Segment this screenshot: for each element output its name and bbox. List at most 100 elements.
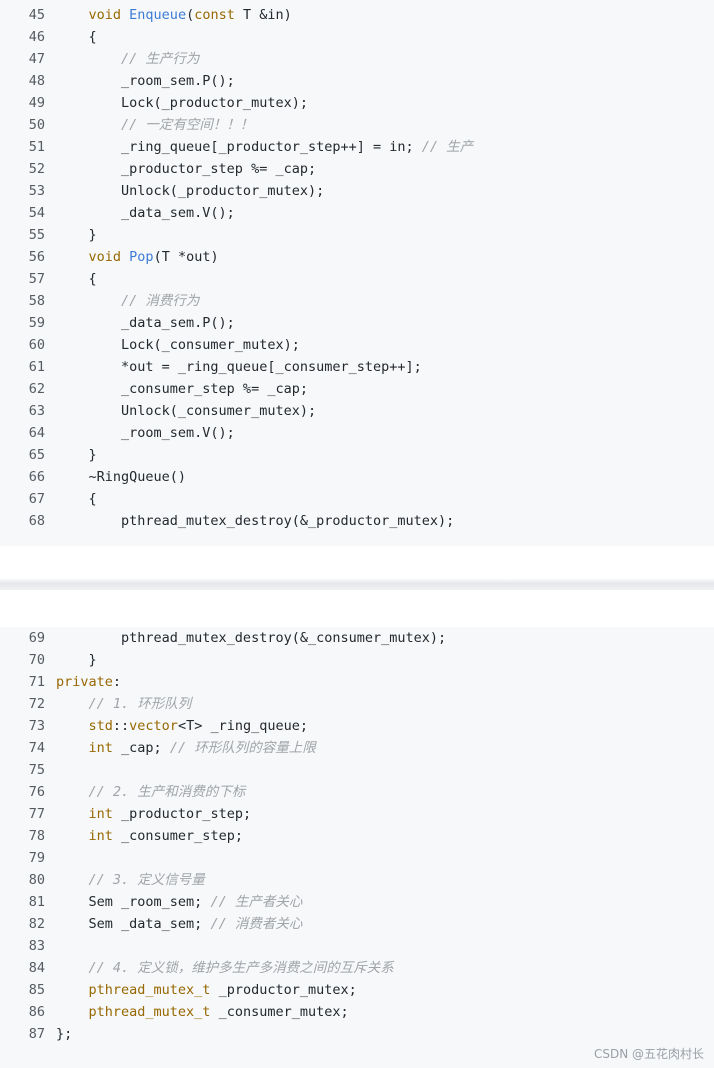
code-line: 85 pthread_mutex_t _productor_mutex;: [0, 979, 714, 1001]
code-line: 80 // 3. 定义信号量: [0, 869, 714, 891]
line-number: 60: [28, 337, 45, 353]
code-text: _data_sem.V();: [56, 205, 235, 221]
line-number: 71: [28, 674, 45, 690]
code-line: 79: [0, 847, 714, 869]
code-text: {: [56, 29, 97, 45]
code-text: _room_sem.P();: [56, 73, 235, 89]
code-text: Unlock(_productor_mutex);: [56, 183, 325, 199]
code-line: 74 int _cap; // 环形队列的容量上限: [0, 737, 714, 759]
line-number: 74: [28, 740, 45, 756]
code-line: 48 _room_sem.P();: [0, 70, 714, 92]
code-line: 50 // 一定有空间！！！: [0, 114, 714, 136]
line-number: 87: [28, 1026, 45, 1042]
line-number: 61: [28, 359, 45, 375]
code-text: pthread_mutex_destroy(&_productor_mutex)…: [56, 513, 455, 529]
line-number: 84: [28, 960, 45, 976]
code-text: _consumer_step %= _cap;: [56, 381, 308, 397]
page-divider: [0, 578, 714, 590]
code-text: void Pop(T *out): [88, 249, 219, 265]
line-number: 82: [28, 916, 45, 932]
code-text: {: [56, 271, 97, 287]
line-number: 53: [28, 183, 45, 199]
code-text: // 消费行为: [121, 293, 200, 309]
line-number: 77: [28, 806, 45, 822]
line-number: 85: [28, 982, 45, 998]
code-line: 47 // 生产行为: [0, 48, 714, 70]
code-line: 67 {: [0, 488, 714, 510]
code-line: 49 Lock(_productor_mutex);: [0, 92, 714, 114]
line-number: 46: [28, 29, 45, 45]
line-number: 69: [28, 630, 45, 646]
code-text: _data_sem.P();: [56, 315, 235, 331]
code-block-lower: 69 pthread_mutex_destroy(&_consumer_mute…: [0, 627, 714, 1068]
line-number: 45: [28, 7, 45, 23]
line-number: 63: [28, 403, 45, 419]
code-line: 60 Lock(_consumer_mutex);: [0, 334, 714, 356]
code-line: 56 void Pop(T *out): [0, 246, 714, 268]
code-line: 75: [0, 759, 714, 781]
code-line: 57 {: [0, 268, 714, 290]
line-number: 70: [28, 652, 45, 668]
code-text: std::vector<T> _ring_queue;: [88, 718, 308, 734]
code-text: pthread_mutex_destroy(&_consumer_mutex);: [56, 630, 447, 646]
code-line: 87};: [0, 1023, 714, 1045]
line-number: 83: [28, 938, 45, 954]
line-number: 78: [28, 828, 45, 844]
code-line: 69 pthread_mutex_destroy(&_consumer_mute…: [0, 627, 714, 649]
code-text: pthread_mutex_t _consumer_mutex;: [88, 1004, 349, 1020]
code-text: void Enqueue(const T &in): [88, 7, 292, 23]
code-text: _productor_step %= _cap;: [56, 161, 317, 177]
code-line: 46 {: [0, 26, 714, 48]
line-number: 79: [28, 850, 45, 866]
code-text: private:: [56, 674, 122, 690]
code-text: int _cap; // 环形队列的容量上限: [88, 740, 316, 756]
code-text: int _productor_step;: [88, 806, 252, 822]
line-number: 72: [28, 696, 45, 712]
line-number: 59: [28, 315, 45, 331]
code-text: Unlock(_consumer_mutex);: [56, 403, 317, 419]
line-number: 50: [28, 117, 45, 133]
line-number: 75: [28, 762, 45, 778]
line-number: 47: [28, 51, 45, 67]
line-number: 86: [28, 1004, 45, 1020]
code-line: 62 _consumer_step %= _cap;: [0, 378, 714, 400]
code-text: // 生产行为: [121, 51, 200, 67]
line-number: 58: [28, 293, 45, 309]
code-line: 66 ~RingQueue(): [0, 466, 714, 488]
code-line: 77 int _productor_step;: [0, 803, 714, 825]
code-text: Lock(_productor_mutex);: [56, 95, 308, 111]
line-number: 80: [28, 872, 45, 888]
code-line: 63 Unlock(_consumer_mutex);: [0, 400, 714, 422]
code-line: 45 void Enqueue(const T &in): [0, 4, 714, 26]
code-text: _room_sem.V();: [56, 425, 235, 441]
code-line: 58 // 消费行为: [0, 290, 714, 312]
code-line: 61 *out = _ring_queue[_consumer_step++];: [0, 356, 714, 378]
line-number: 62: [28, 381, 45, 397]
code-line: 86 pthread_mutex_t _consumer_mutex;: [0, 1001, 714, 1023]
code-line: 84 // 4. 定义锁，维护多生产多消费之间的互斥关系: [0, 957, 714, 979]
code-text: int _consumer_step;: [88, 828, 243, 844]
code-line: 82 Sem _data_sem; // 消费者关心: [0, 913, 714, 935]
code-text: _ring_queue[_productor_step++] = in; // …: [56, 139, 474, 155]
line-number: 55: [28, 227, 45, 243]
code-line: 70 }: [0, 649, 714, 671]
line-number: 81: [28, 894, 45, 910]
line-number: 68: [28, 513, 45, 529]
code-text: // 1. 环形队列: [88, 696, 192, 712]
line-number: 54: [28, 205, 45, 221]
code-text: };: [56, 1026, 73, 1042]
code-line: 83: [0, 935, 714, 957]
code-text: pthread_mutex_t _productor_mutex;: [88, 982, 357, 998]
code-line: 76 // 2. 生产和消费的下标: [0, 781, 714, 803]
code-text: {: [56, 491, 97, 507]
code-text: }: [56, 447, 97, 463]
line-number: 57: [28, 271, 45, 287]
line-number: 73: [28, 718, 45, 734]
code-text: // 4. 定义锁，维护多生产多消费之间的互斥关系: [88, 960, 394, 976]
code-text: Sem _data_sem; // 消费者关心: [56, 916, 303, 932]
code-line: 72 // 1. 环形队列: [0, 693, 714, 715]
csdn-watermark: CSDN @五花肉村长: [593, 1047, 704, 1061]
code-line: 65 }: [0, 444, 714, 466]
code-text: // 3. 定义信号量: [88, 872, 205, 888]
line-number: 64: [28, 425, 45, 441]
